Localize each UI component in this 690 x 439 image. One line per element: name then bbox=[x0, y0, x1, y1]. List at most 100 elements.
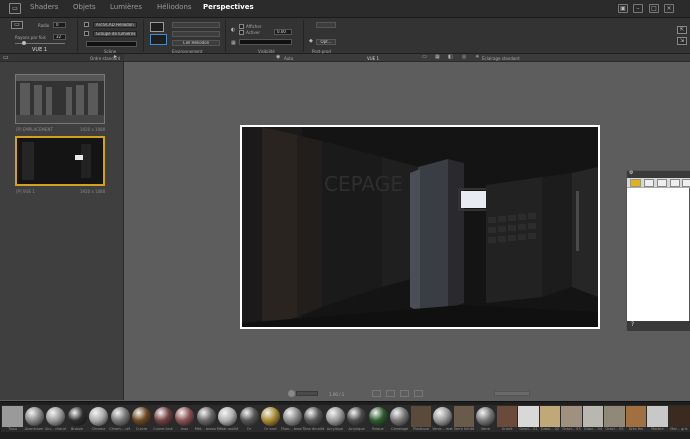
material-swatch[interactable]: Bronze bbox=[65, 405, 89, 432]
material-swatch[interactable]: Or brut bbox=[259, 405, 282, 432]
material-label: Cuivre bbox=[135, 427, 148, 431]
material-swatch[interactable]: Gravi... 03 bbox=[560, 405, 583, 432]
material-swatch[interactable]: Gravi... 04 bbox=[581, 405, 605, 432]
radio-field[interactable]: 0 bbox=[53, 22, 66, 28]
postprod-button-1[interactable] bbox=[316, 22, 336, 28]
zoom-value[interactable]: 1.00 / 1 bbox=[329, 392, 344, 397]
material-swatch[interactable]: Mar... gris bbox=[667, 405, 690, 432]
options-button[interactable]: Opt... bbox=[316, 39, 336, 45]
floating-palette-header[interactable]: ⚙ bbox=[627, 170, 690, 178]
material-swatch[interactable]: Titan émaillé bbox=[302, 405, 325, 432]
fit-icon[interactable] bbox=[288, 390, 295, 397]
rays-field[interactable]: 32 bbox=[53, 34, 66, 40]
zoom-in-icon[interactable] bbox=[386, 390, 395, 397]
tab-objets[interactable]: Objets bbox=[73, 3, 96, 11]
material-swatch[interactable]: Cuivre brut bbox=[151, 405, 175, 432]
camera-icon[interactable]: ▭ bbox=[11, 21, 23, 29]
frame-icon[interactable]: ▭ bbox=[422, 54, 427, 60]
material-swatch[interactable]: Inox bbox=[173, 405, 196, 432]
material-swatch[interactable]: Cuivre bbox=[130, 405, 153, 432]
material-swatch[interactable]: Verre bbox=[474, 405, 497, 432]
material-swatch[interactable]: Carrelage bbox=[388, 405, 411, 432]
material-label: Gravi... 02 bbox=[540, 427, 560, 431]
palette-tool-active-icon[interactable] bbox=[630, 179, 641, 187]
material-swatch[interactable]: Gravi... 05 bbox=[603, 405, 626, 432]
engine-select[interactable]: ArchiCAD Héliodon bbox=[93, 22, 137, 28]
activer-checkbox[interactable] bbox=[239, 30, 244, 35]
material-swatch[interactable]: Brique bbox=[366, 405, 390, 432]
maximize-icon[interactable]: □ bbox=[649, 4, 659, 13]
material-swatch[interactable]: Gravi... 02 bbox=[538, 405, 562, 432]
view-thumbnail[interactable] bbox=[15, 74, 105, 124]
material-sphere-icon bbox=[89, 407, 108, 426]
material-library-strip: Tissu Aluminium Alu... chaud Bronze Chrome Ch… bbox=[0, 401, 690, 439]
material-swatch[interactable]: Acrylique bbox=[323, 405, 347, 432]
material-swatch[interactable]: Granit bbox=[495, 405, 519, 432]
material-swatch[interactable]: Tissu bbox=[1, 405, 24, 432]
view-label: VUE 1 bbox=[32, 47, 48, 53]
view-thumbnail-size: 1920 x 1080 bbox=[80, 189, 106, 194]
render-preview[interactable]: CEPAGE bbox=[240, 125, 600, 329]
material-swatch[interactable]: Gravi... 01 bbox=[517, 405, 540, 432]
material-swatch[interactable]: Plastique bbox=[409, 405, 433, 432]
material-swatch[interactable]: Marbre bbox=[646, 405, 669, 432]
engine-checkbox[interactable] bbox=[84, 22, 89, 27]
palette-tool-icon[interactable] bbox=[670, 179, 680, 187]
panel-menu-icon[interactable]: ▸ bbox=[114, 53, 117, 60]
material-swatch[interactable]: Alu... chaud bbox=[44, 405, 67, 432]
env-button-2[interactable] bbox=[172, 31, 220, 37]
material-swatch[interactable]: Grès fini bbox=[624, 405, 648, 432]
palette-tool-icon[interactable] bbox=[657, 179, 667, 187]
lights-checkbox[interactable] bbox=[84, 31, 89, 36]
lighting-mode-label[interactable]: Éclairage standard bbox=[482, 56, 520, 61]
environment-preview[interactable] bbox=[150, 22, 164, 32]
material-swatch[interactable]: Titan... brossé bbox=[280, 405, 304, 432]
material-swatch[interactable]: Acrylique bbox=[345, 405, 368, 432]
tab-heliodons[interactable]: Héliodons bbox=[157, 3, 192, 11]
snapshot-icon[interactable] bbox=[414, 390, 423, 397]
help-icon[interactable]: ? bbox=[631, 321, 634, 328]
actual-size-icon[interactable] bbox=[400, 390, 409, 397]
zoom-out-icon[interactable] bbox=[372, 390, 381, 397]
layers-icon[interactable]: ◧ bbox=[448, 54, 453, 60]
lighting-icon[interactable]: ☀ bbox=[475, 54, 479, 60]
material-swatch[interactable]: Verre... mat bbox=[431, 405, 454, 432]
grid-icon[interactable]: ▦ bbox=[435, 54, 440, 60]
env-button-1[interactable] bbox=[172, 22, 220, 28]
material-swatch[interactable]: Verre teinté bbox=[452, 405, 476, 432]
afficher-checkbox[interactable] bbox=[239, 24, 244, 29]
activer-field[interactable]: 0.00 bbox=[274, 29, 292, 35]
tab-shaders[interactable]: Shaders bbox=[30, 3, 58, 11]
palette-settings-icon[interactable]: ⚙ bbox=[629, 170, 633, 176]
view-thumbnail-selected[interactable] bbox=[15, 136, 105, 186]
material-swatch[interactable]: Mét... brossé bbox=[194, 405, 218, 432]
material-swatch[interactable]: Or bbox=[237, 405, 261, 432]
close-icon[interactable]: × bbox=[664, 4, 674, 13]
sync-icon[interactable]: ◉ bbox=[276, 54, 280, 60]
shop-icon[interactable]: ▣ bbox=[618, 4, 628, 13]
tab-perspectives[interactable]: Perspectives bbox=[203, 3, 254, 11]
zoom-slider[interactable] bbox=[296, 391, 318, 396]
material-swatch[interactable]: Chrome bbox=[87, 405, 110, 432]
material-swatch[interactable]: Métal rouillé bbox=[216, 405, 239, 432]
rays-slider-knob[interactable] bbox=[22, 41, 26, 45]
material-swatch[interactable]: Aluminium bbox=[22, 405, 46, 432]
lights-select[interactable]: Groupe de lumières bbox=[93, 31, 137, 37]
minimize-icon[interactable]: – bbox=[633, 4, 643, 13]
export-icon[interactable]: ⇱ bbox=[677, 26, 687, 34]
env-sky-button[interactable]: Ciel Héliodon bbox=[172, 40, 220, 46]
material-swatch[interactable]: Chrom... ufé bbox=[108, 405, 132, 432]
import-icon[interactable]: ⇲ bbox=[677, 37, 687, 45]
palette-tool-icon[interactable] bbox=[644, 179, 654, 187]
tab-lumieres[interactable]: Lumières bbox=[110, 3, 142, 11]
render-icon[interactable]: ◎ bbox=[462, 54, 466, 60]
viewport-footer: 1.00 / 1 bbox=[124, 388, 690, 400]
environment-preview-active[interactable] bbox=[150, 34, 167, 45]
add-view-icon[interactable]: ▭ bbox=[3, 54, 9, 61]
material-sphere-icon bbox=[196, 407, 216, 426]
app-logo-icon[interactable]: ▭ bbox=[9, 3, 21, 14]
material-label: Or bbox=[246, 427, 252, 431]
material-sphere-icon bbox=[153, 407, 173, 426]
palette-tool-icon[interactable] bbox=[682, 179, 690, 187]
material-texture-icon bbox=[668, 406, 690, 427]
